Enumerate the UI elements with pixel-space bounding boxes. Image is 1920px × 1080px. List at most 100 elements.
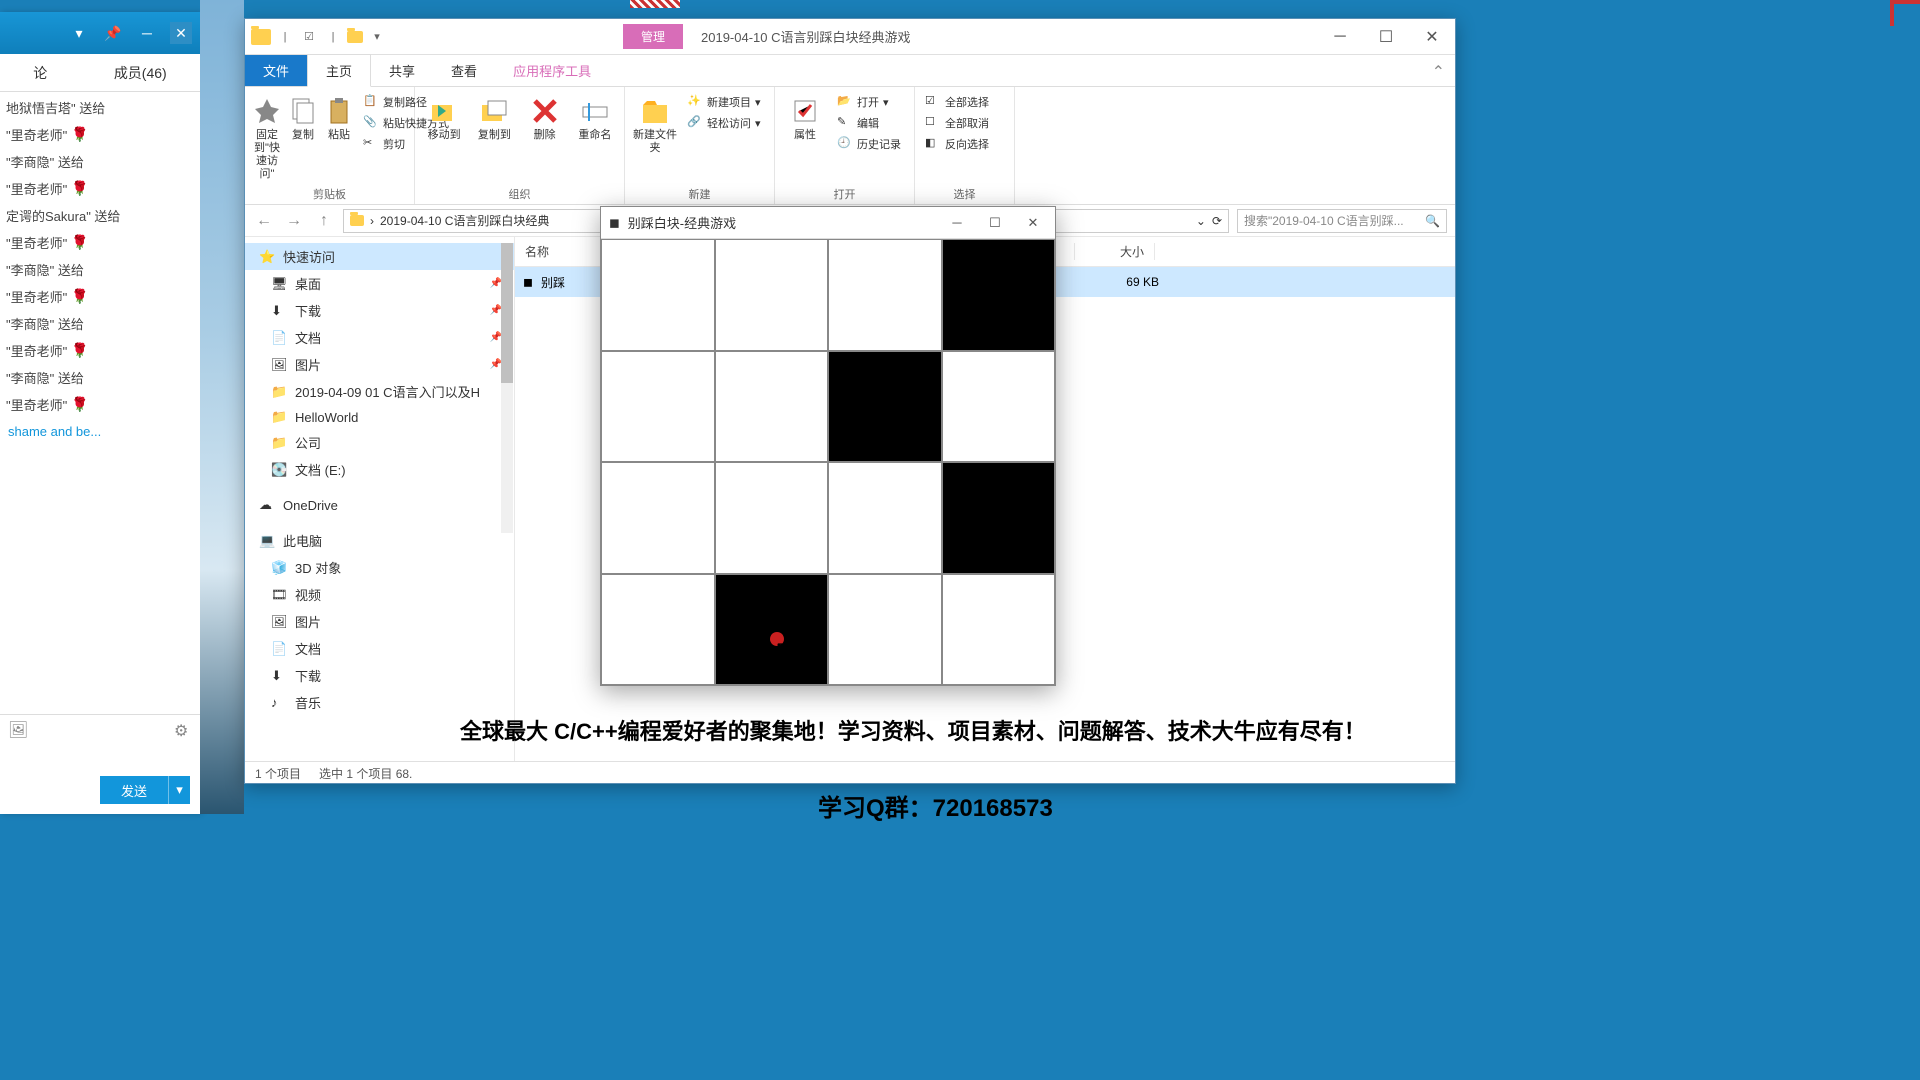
im-link[interactable]: shame and be... [4, 418, 196, 445]
im-tab-members[interactable]: 成员(46) [114, 63, 167, 83]
tile-white[interactable] [942, 351, 1056, 463]
minimize-button[interactable]: ─ [1317, 22, 1363, 52]
copy-to-button[interactable]: 复制到 [471, 91, 517, 142]
search-input[interactable]: 搜索"2019-04-10 C语言别踩... 🔍 [1237, 209, 1447, 233]
im-message: "李商隐" 送给 [4, 310, 196, 337]
tile-white[interactable] [828, 574, 942, 686]
invert-selection-button[interactable]: ◧反向选择 [921, 135, 993, 153]
send-dropdown[interactable]: ▾ [168, 776, 190, 804]
nav-documents[interactable]: 📄文档📌 [245, 324, 514, 351]
open-button[interactable]: 📂打开 ▾ [833, 93, 905, 111]
tile-white[interactable] [601, 574, 715, 686]
new-folder-icon [639, 95, 671, 127]
game-minimize-button[interactable]: ─ [943, 212, 971, 234]
nav-desktop[interactable]: 🖥桌面📌 [245, 270, 514, 297]
nav-folder[interactable]: 📁HelloWorld [245, 405, 514, 429]
tile-black[interactable] [942, 239, 1056, 351]
tile-black[interactable] [715, 574, 829, 686]
game-grid [601, 239, 1055, 685]
nav-this-pc[interactable]: 💻此电脑 [245, 527, 514, 554]
col-size[interactable]: 大小 [1075, 243, 1155, 260]
document-icon: 📄 [271, 641, 287, 657]
address-dropdown-icon[interactable]: ⌄ [1196, 214, 1206, 228]
tile-white[interactable] [828, 462, 942, 574]
tab-view[interactable]: 查看 [433, 55, 495, 86]
move-icon [428, 95, 460, 127]
up-button[interactable]: ↑ [313, 210, 335, 232]
refresh-icon[interactable]: ⟳ [1212, 214, 1222, 228]
tile-white[interactable] [942, 574, 1056, 686]
tile-white[interactable] [715, 239, 829, 351]
maximize-button[interactable]: ☐ [1363, 22, 1409, 52]
ribbon-collapse-icon[interactable]: ⌃ [1422, 58, 1455, 86]
im-window: ▾ 📌 ─ ✕ 论 成员(46) 地狱悟吉塔" 送给 "里奇老师" "李商隐" … [0, 12, 200, 814]
im-message: "里奇老师" [4, 175, 196, 202]
copy-button[interactable]: 复制 [287, 91, 319, 142]
nav-folder[interactable]: 📁公司 [245, 429, 514, 456]
nav-onedrive[interactable]: ☁OneDrive [245, 493, 514, 517]
tab-share[interactable]: 共享 [371, 55, 433, 86]
tile-white[interactable] [601, 462, 715, 574]
nav-music[interactable]: ♪音乐 [245, 689, 514, 716]
tab-home[interactable]: 主页 [307, 54, 371, 87]
paste-button[interactable]: 粘贴 [323, 91, 355, 142]
nav-drive[interactable]: 💽文档 (E:) [245, 456, 514, 483]
nav-documents[interactable]: 📄文档 [245, 635, 514, 662]
tile-white[interactable] [601, 239, 715, 351]
pin-quick-access-button[interactable]: 固定到"快速访问" [251, 91, 283, 181]
edit-button[interactable]: ✎编辑 [833, 114, 905, 132]
invert-icon: ◧ [925, 136, 941, 152]
send-button[interactable]: 发送 [100, 776, 168, 804]
pin-icon [251, 95, 283, 127]
close-button[interactable]: ✕ [1409, 22, 1455, 52]
nav-3d-objects[interactable]: 🧊3D 对象 [245, 554, 514, 581]
delete-button[interactable]: 删除 [522, 91, 568, 142]
easy-access-button[interactable]: 🔗轻松访问 ▾ [683, 114, 765, 132]
history-button[interactable]: 🕘历史记录 [833, 135, 905, 153]
qat-dropdown-icon[interactable]: ▾ [367, 27, 387, 47]
game-close-button[interactable]: ✕ [1019, 212, 1047, 234]
im-tab-discuss[interactable]: 论 [33, 63, 47, 83]
forward-button[interactable]: → [283, 210, 305, 232]
game-maximize-button[interactable]: ☐ [981, 212, 1009, 234]
nav-folder[interactable]: 📁2019-04-09 01 C语言入门以及H [245, 378, 514, 405]
move-to-button[interactable]: 移动到 [421, 91, 467, 142]
im-dropdown-icon[interactable]: ▾ [68, 22, 90, 44]
gear-icon[interactable]: ⚙ [174, 721, 192, 739]
game-title-text: 别踩白块-经典游戏 [628, 213, 736, 232]
breadcrumb[interactable]: 2019-04-10 C语言别踩白块经典 [380, 212, 549, 229]
back-button[interactable]: ← [253, 210, 275, 232]
select-none-button[interactable]: ☐全部取消 [921, 114, 993, 132]
nav-pictures[interactable]: 🖼图片📌 [245, 351, 514, 378]
new-item-button[interactable]: ✨新建项目 ▾ [683, 93, 765, 111]
im-pin-icon[interactable]: 📌 [102, 22, 124, 44]
delete-icon [529, 95, 561, 127]
tile-white[interactable] [828, 239, 942, 351]
im-close-button[interactable]: ✕ [170, 22, 192, 44]
nav-pictures[interactable]: 🖼图片 [245, 608, 514, 635]
rose-icon [71, 396, 89, 414]
im-message-list: 地狱悟吉塔" 送给 "里奇老师" "李商隐" 送给 "里奇老师" 定谔的Saku… [0, 92, 200, 652]
tile-black[interactable] [828, 351, 942, 463]
im-minimize-button[interactable]: ─ [136, 22, 158, 44]
image-icon[interactable]: 🖼 [8, 720, 28, 740]
im-message: "里奇老师" [4, 391, 196, 418]
nav-downloads[interactable]: ⬇下载📌 [245, 297, 514, 324]
folder-icon[interactable] [347, 31, 363, 43]
nav-quick-access[interactable]: ⭐快速访问 [245, 243, 514, 270]
nav-videos[interactable]: 🎞视频 [245, 581, 514, 608]
tab-app-tools[interactable]: 应用程序工具 [495, 55, 609, 86]
nav-downloads[interactable]: ⬇下载 [245, 662, 514, 689]
tab-file[interactable]: 文件 [245, 55, 307, 86]
properties-button[interactable]: 属性 [781, 91, 829, 142]
nav-scrollbar[interactable] [501, 243, 513, 533]
new-folder-button[interactable]: 新建文件夹 [631, 91, 679, 155]
copy-icon [287, 95, 319, 127]
qat-properties-icon[interactable]: ☑ [299, 27, 319, 47]
tile-white[interactable] [601, 351, 715, 463]
tile-white[interactable] [715, 462, 829, 574]
tile-white[interactable] [715, 351, 829, 463]
select-all-button[interactable]: ☑全部选择 [921, 93, 993, 111]
tile-black[interactable] [942, 462, 1056, 574]
rename-button[interactable]: 重命名 [572, 91, 618, 142]
